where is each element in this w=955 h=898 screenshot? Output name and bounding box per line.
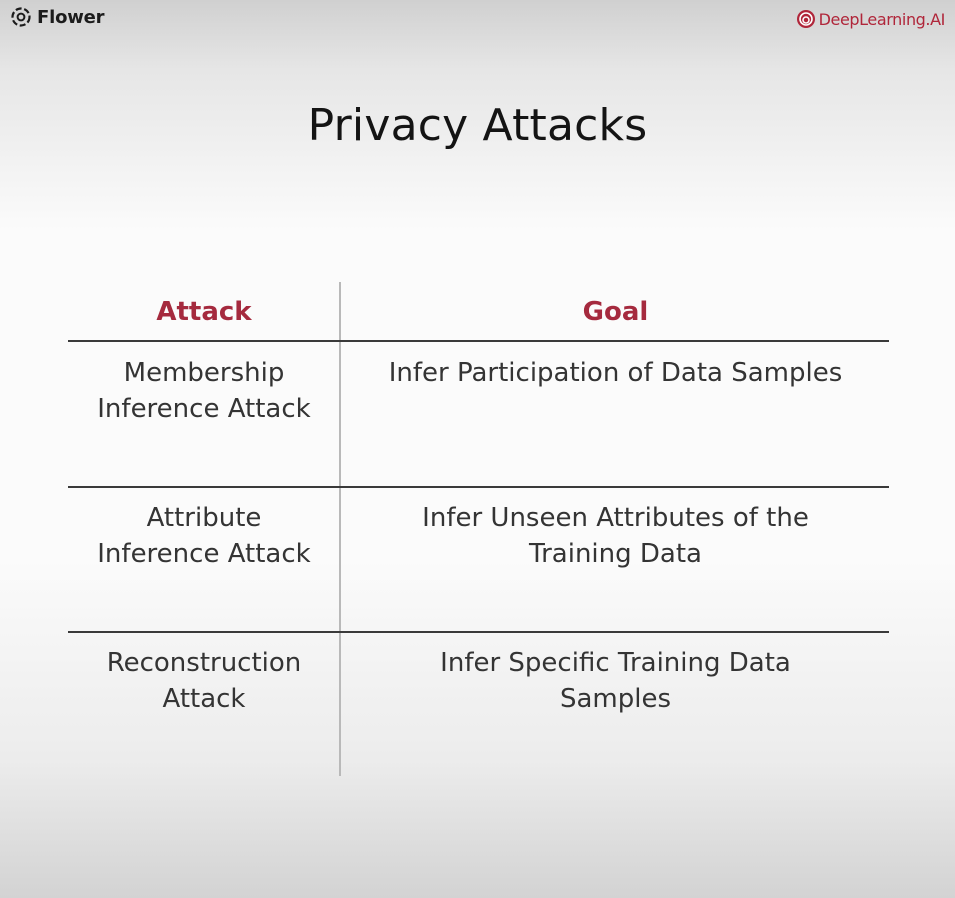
- goal-cell: Infer Participation of Data Samples: [342, 355, 889, 391]
- header-divider: [68, 340, 889, 342]
- deeplearning-ai-logo-text: DeepLearning.AI: [818, 9, 946, 29]
- attack-cell: Reconstruction Attack: [68, 645, 340, 717]
- attack-name-line: Inference Attack: [97, 394, 311, 424]
- goal-text-line: Infer Unseen Attributes of the: [422, 503, 809, 533]
- flower-logo-text: Flower: [37, 6, 105, 28]
- attack-name-line: Attack: [162, 684, 246, 714]
- attack-name-line: Membership: [123, 358, 285, 388]
- goal-cell: Infer Specific Training Data Samples: [342, 645, 889, 717]
- row-divider: [68, 486, 889, 488]
- attack-name-line: Inference Attack: [97, 539, 311, 569]
- goal-cell: Infer Unseen Attributes of the Training …: [342, 500, 889, 572]
- attack-name-line: Reconstruction: [106, 648, 302, 678]
- goal-text-line: Infer Specific Training Data: [440, 648, 791, 678]
- flower-logo: Flower: [10, 5, 105, 29]
- goal-text-line: Samples: [559, 684, 672, 714]
- slide-title: Privacy Attacks: [307, 100, 648, 151]
- goal-text-line: Infer Participation of Data Samples: [388, 358, 843, 388]
- attack-cell: Membership Inference Attack: [68, 355, 340, 427]
- goal-text-line: Training Data: [529, 539, 702, 569]
- deeplearning-ai-logo: DeepLearning.AI: [796, 8, 945, 30]
- flower-logo-icon: [10, 6, 32, 28]
- row-divider: [68, 631, 889, 633]
- attack-cell: Attribute Inference Attack: [68, 500, 340, 572]
- deeplearning-ai-logo-icon: [796, 9, 816, 29]
- privacy-attacks-table: Attack Goal Membership Inference Attack …: [68, 282, 889, 776]
- attack-name-line: Attribute: [146, 503, 262, 533]
- column-header-goal: Goal: [582, 297, 649, 327]
- column-header-attack: Attack: [156, 297, 252, 327]
